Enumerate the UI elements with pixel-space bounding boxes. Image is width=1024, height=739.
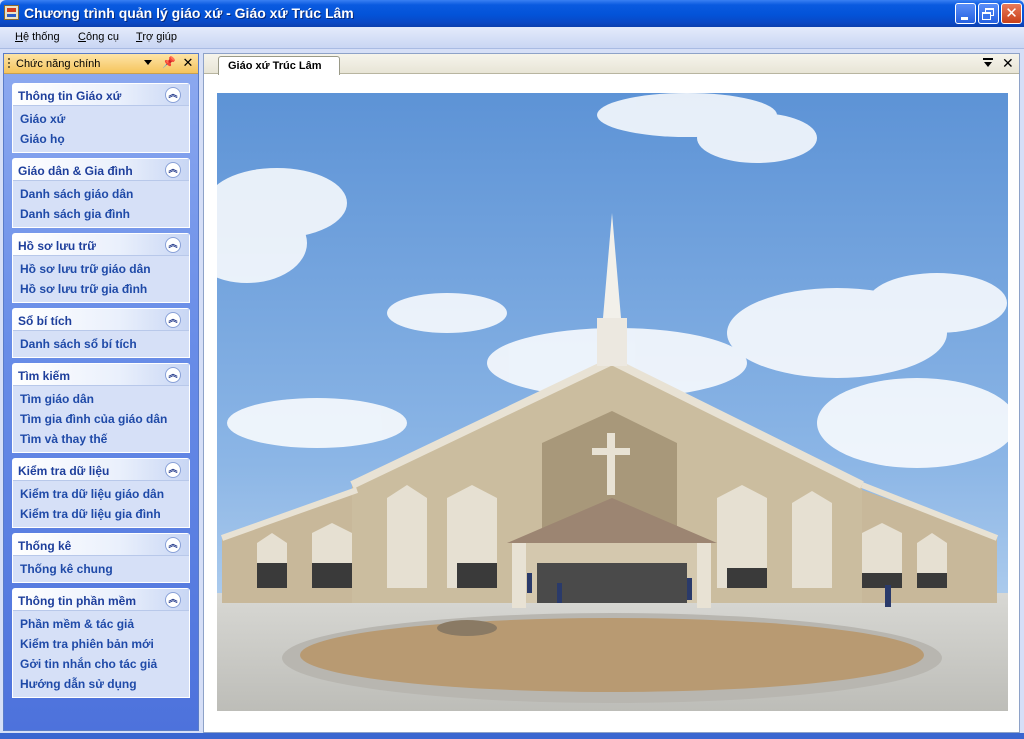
- chevron-up-double-icon[interactable]: ︽: [165, 162, 181, 178]
- chevron-up-double-icon[interactable]: ︽: [165, 237, 181, 253]
- group-title: Sổ bí tích: [18, 314, 72, 328]
- group-kiem-tra-du-lieu: Kiểm tra dữ liệu ︽ Kiểm tra dữ liệu giáo…: [12, 458, 190, 528]
- link-ho-so-gia-dinh[interactable]: Hồ sơ lưu trữ gia đình: [13, 279, 189, 299]
- main-functions-panel: Chức năng chính 📌 ✕ Thông tin Giáo xứ ︽ …: [3, 53, 199, 731]
- chevron-up-double-icon[interactable]: ︽: [165, 87, 181, 103]
- group-title: Hồ sơ lưu trữ: [18, 239, 96, 253]
- panel-title: Chức năng chính: [16, 58, 101, 70]
- group-thong-tin-giao-xu: Thông tin Giáo xứ ︽ Giáo xứ Giáo họ: [12, 83, 190, 153]
- menu-he-thong[interactable]: Hệ thống: [15, 31, 60, 43]
- menu-cong-cu[interactable]: Công cụ: [78, 31, 119, 43]
- link-kiem-tra-gia-dinh[interactable]: Kiểm tra dữ liệu gia đình: [13, 504, 189, 524]
- minimize-icon: [961, 17, 968, 20]
- group-title: Tìm kiếm: [18, 369, 71, 383]
- link-danh-sach-gia-dinh[interactable]: Danh sách gia đình: [13, 204, 189, 224]
- chevron-up-double-icon[interactable]: ︽: [165, 462, 181, 478]
- document-area: Giáo xứ Trúc Lâm ✕: [203, 53, 1020, 733]
- group-header[interactable]: Sổ bí tích ︽: [13, 309, 189, 331]
- group-title: Thống kê: [18, 539, 72, 553]
- link-giao-xu[interactable]: Giáo xứ: [13, 109, 189, 129]
- group-title: Thông tin Giáo xứ: [18, 89, 122, 103]
- panel-header: Chức năng chính 📌 ✕: [4, 54, 198, 74]
- group-header[interactable]: Thông tin phần mềm ︽: [13, 589, 189, 611]
- dropdown-arrow-icon[interactable]: [144, 60, 152, 65]
- link-thong-ke-chung[interactable]: Thống kê chung: [13, 559, 189, 579]
- chevron-up-double-icon[interactable]: ︽: [165, 537, 181, 553]
- title-bar[interactable]: Chương trình quản lý giáo xứ - Giáo xứ T…: [0, 0, 1024, 27]
- chevron-up-double-icon[interactable]: ︽: [165, 592, 181, 608]
- link-giao-ho[interactable]: Giáo họ: [13, 129, 189, 149]
- link-goi-tin-nhan[interactable]: Gởi tin nhắn cho tác giả: [13, 654, 189, 674]
- group-header[interactable]: Hồ sơ lưu trữ ︽: [13, 234, 189, 256]
- restore-button[interactable]: [978, 3, 999, 24]
- tab-giao-xu-truc-lam[interactable]: Giáo xứ Trúc Lâm: [218, 56, 340, 75]
- pin-icon[interactable]: 📌: [162, 57, 176, 69]
- tab-list-dropdown-icon[interactable]: [983, 58, 993, 68]
- group-title: Kiểm tra dữ liệu: [18, 464, 110, 478]
- group-header[interactable]: Thống kê ︽: [13, 534, 189, 556]
- group-header[interactable]: Giáo dân & Gia đình ︽: [13, 159, 189, 181]
- window-title: Chương trình quản lý giáo xứ - Giáo xứ T…: [24, 5, 354, 21]
- menu-bar: Hệ thống Công cụ Trợ giúp: [0, 27, 1024, 49]
- bottom-border: [0, 733, 1024, 739]
- church-photo: [217, 93, 1008, 711]
- group-so-bi-tich: Sổ bí tích ︽ Danh sách sổ bí tích: [12, 308, 190, 358]
- group-thong-ke: Thống kê ︽ Thống kê chung: [12, 533, 190, 583]
- group-tim-kiem: Tìm kiếm ︽ Tìm giáo dân Tìm gia đình của…: [12, 363, 190, 453]
- link-kiem-tra-phien-ban[interactable]: Kiểm tra phiên bản mới: [13, 634, 189, 654]
- link-danh-sach-giao-dan[interactable]: Danh sách giáo dân: [13, 184, 189, 204]
- link-tim-giao-dan[interactable]: Tìm giáo dân: [13, 389, 189, 409]
- tab-close-icon[interactable]: ✕: [1002, 55, 1014, 72]
- close-icon: ✕: [1005, 5, 1018, 22]
- group-header[interactable]: Thông tin Giáo xứ ︽: [13, 84, 189, 106]
- tab-strip: Giáo xứ Trúc Lâm ✕: [204, 54, 1019, 75]
- group-thong-tin-phan-mem: Thông tin phần mềm ︽ Phần mềm & tác giả …: [12, 588, 190, 698]
- group-title: Thông tin phần mềm: [18, 594, 136, 608]
- chevron-up-double-icon[interactable]: ︽: [165, 367, 181, 383]
- close-button[interactable]: ✕: [1001, 3, 1022, 24]
- link-huong-dan[interactable]: Hướng dẫn sử dụng: [13, 674, 189, 694]
- group-header[interactable]: Tìm kiếm ︽: [13, 364, 189, 386]
- link-danh-sach-so-bi-tich[interactable]: Danh sách sổ bí tích: [13, 334, 189, 354]
- link-phan-mem-tac-gia[interactable]: Phần mềm & tác giả: [13, 614, 189, 634]
- menu-tro-giup[interactable]: Trợ giúp: [136, 31, 177, 43]
- group-ho-so-luu-tru: Hồ sơ lưu trữ ︽ Hồ sơ lưu trữ giáo dân H…: [12, 233, 190, 303]
- group-header[interactable]: Kiểm tra dữ liệu ︽: [13, 459, 189, 481]
- group-giao-dan-gia-dinh: Giáo dân & Gia đình ︽ Danh sách giáo dân…: [12, 158, 190, 228]
- grip-icon[interactable]: [8, 58, 10, 70]
- chevron-up-double-icon[interactable]: ︽: [165, 312, 181, 328]
- link-kiem-tra-giao-dan[interactable]: Kiểm tra dữ liệu giáo dân: [13, 484, 189, 504]
- minimize-button[interactable]: [955, 3, 976, 24]
- link-ho-so-giao-dan[interactable]: Hồ sơ lưu trữ giáo dân: [13, 259, 189, 279]
- tab-label: Giáo xứ Trúc Lâm: [228, 60, 322, 72]
- panel-close-icon[interactable]: ✕: [182, 56, 194, 70]
- group-title: Giáo dân & Gia đình: [18, 164, 133, 178]
- link-tim-gia-dinh[interactable]: Tìm gia đình của giáo dân: [13, 409, 189, 429]
- link-tim-va-thay-the[interactable]: Tìm và thay thế: [13, 429, 189, 449]
- app-icon[interactable]: [4, 5, 19, 20]
